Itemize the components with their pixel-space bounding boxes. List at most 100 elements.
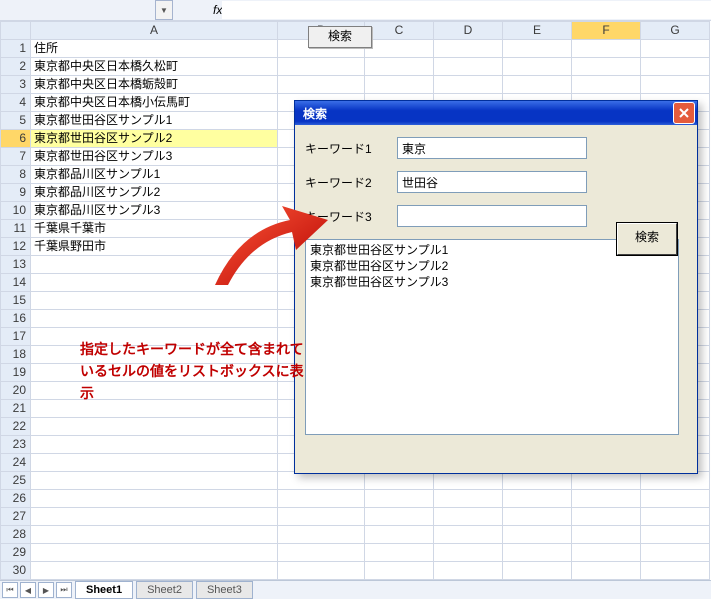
row-header[interactable]: 26: [1, 490, 31, 508]
row-header[interactable]: 9: [1, 184, 31, 202]
row-header[interactable]: 21: [1, 400, 31, 418]
cell[interactable]: [503, 544, 572, 562]
cell[interactable]: [641, 76, 710, 94]
row-header[interactable]: 8: [1, 166, 31, 184]
cell[interactable]: [434, 562, 503, 580]
cell[interactable]: 千葉県千葉市: [31, 220, 278, 238]
cell[interactable]: [278, 544, 365, 562]
cell[interactable]: [572, 562, 641, 580]
cell[interactable]: [572, 490, 641, 508]
sheet-tab[interactable]: Sheet2: [136, 581, 193, 599]
cell[interactable]: [572, 472, 641, 490]
namebox-dropdown[interactable]: ▼: [155, 0, 173, 20]
cell[interactable]: [503, 508, 572, 526]
cell[interactable]: [572, 508, 641, 526]
row-header[interactable]: 29: [1, 544, 31, 562]
cell[interactable]: [572, 40, 641, 58]
cell[interactable]: [572, 76, 641, 94]
cell[interactable]: [434, 544, 503, 562]
cell[interactable]: [31, 508, 278, 526]
row-header[interactable]: 2: [1, 58, 31, 76]
cell[interactable]: [31, 454, 278, 472]
column-header[interactable]: E: [503, 22, 572, 40]
cell[interactable]: [503, 58, 572, 76]
column-header[interactable]: D: [434, 22, 503, 40]
tab-nav-first-icon[interactable]: ⏮: [2, 582, 18, 598]
cell[interactable]: [278, 472, 365, 490]
cell[interactable]: 東京都中央区日本橋久松町: [31, 58, 278, 76]
cell[interactable]: [365, 544, 434, 562]
cell[interactable]: [31, 490, 278, 508]
cell[interactable]: [503, 490, 572, 508]
cell[interactable]: [434, 40, 503, 58]
cell[interactable]: [434, 472, 503, 490]
row-header[interactable]: 10: [1, 202, 31, 220]
row-header[interactable]: 19: [1, 364, 31, 382]
row-header[interactable]: 23: [1, 436, 31, 454]
row-header[interactable]: 5: [1, 112, 31, 130]
cell[interactable]: 東京都品川区サンプル2: [31, 184, 278, 202]
cell[interactable]: [365, 76, 434, 94]
cell[interactable]: [434, 490, 503, 508]
keyword2-input[interactable]: [397, 171, 587, 193]
list-item[interactable]: 東京都世田谷区サンプル2: [310, 258, 674, 274]
cell[interactable]: [31, 562, 278, 580]
cell[interactable]: 住所: [31, 40, 278, 58]
cell[interactable]: 東京都世田谷区サンプル3: [31, 148, 278, 166]
row-header[interactable]: 15: [1, 292, 31, 310]
keyword3-input[interactable]: [397, 205, 587, 227]
tab-nav-last-icon[interactable]: ⏭: [56, 582, 72, 598]
row-header[interactable]: 20: [1, 382, 31, 400]
dialog-titlebar[interactable]: 検索: [295, 101, 697, 125]
cell[interactable]: 東京都中央区日本橋蛎殻町: [31, 76, 278, 94]
row-header[interactable]: 17: [1, 328, 31, 346]
cell[interactable]: [278, 76, 365, 94]
cell[interactable]: [278, 562, 365, 580]
cell[interactable]: [503, 472, 572, 490]
cell[interactable]: [572, 526, 641, 544]
row-header[interactable]: 24: [1, 454, 31, 472]
cell[interactable]: [572, 544, 641, 562]
cell[interactable]: 東京都品川区サンプル1: [31, 166, 278, 184]
cell[interactable]: [278, 58, 365, 76]
search-button-dialog[interactable]: 検索: [617, 223, 677, 255]
cell[interactable]: [641, 526, 710, 544]
row-header[interactable]: 4: [1, 94, 31, 112]
cell[interactable]: [31, 544, 278, 562]
column-header[interactable]: F: [572, 22, 641, 40]
search-button-sheet[interactable]: 検索: [308, 26, 372, 48]
row-header[interactable]: 7: [1, 148, 31, 166]
row-header[interactable]: 14: [1, 274, 31, 292]
cell[interactable]: [434, 58, 503, 76]
cell[interactable]: [31, 256, 278, 274]
results-listbox[interactable]: 東京都世田谷区サンプル1東京都世田谷区サンプル2東京都世田谷区サンプル3: [305, 239, 679, 435]
cell[interactable]: [641, 544, 710, 562]
cell[interactable]: [641, 58, 710, 76]
column-header[interactable]: A: [31, 22, 278, 40]
close-icon[interactable]: [673, 102, 695, 124]
select-all-cell[interactable]: [1, 22, 31, 40]
cell[interactable]: [31, 292, 278, 310]
cell[interactable]: [278, 490, 365, 508]
tab-nav-next-icon[interactable]: ▶: [38, 582, 54, 598]
cell[interactable]: [434, 526, 503, 544]
row-header[interactable]: 16: [1, 310, 31, 328]
row-header[interactable]: 12: [1, 238, 31, 256]
row-header[interactable]: 11: [1, 220, 31, 238]
cell[interactable]: [572, 58, 641, 76]
cell[interactable]: [365, 490, 434, 508]
cell[interactable]: [365, 40, 434, 58]
cell[interactable]: 東京都世田谷区サンプル2: [31, 130, 278, 148]
row-header[interactable]: 28: [1, 526, 31, 544]
cell[interactable]: [365, 526, 434, 544]
cell[interactable]: [31, 418, 278, 436]
row-header[interactable]: 27: [1, 508, 31, 526]
row-header[interactable]: 30: [1, 562, 31, 580]
cell[interactable]: 東京都世田谷区サンプル1: [31, 112, 278, 130]
tab-nav-prev-icon[interactable]: ◀: [20, 582, 36, 598]
row-header[interactable]: 18: [1, 346, 31, 364]
cell[interactable]: [434, 508, 503, 526]
cell[interactable]: [641, 40, 710, 58]
cell[interactable]: [365, 562, 434, 580]
cell[interactable]: [31, 436, 278, 454]
